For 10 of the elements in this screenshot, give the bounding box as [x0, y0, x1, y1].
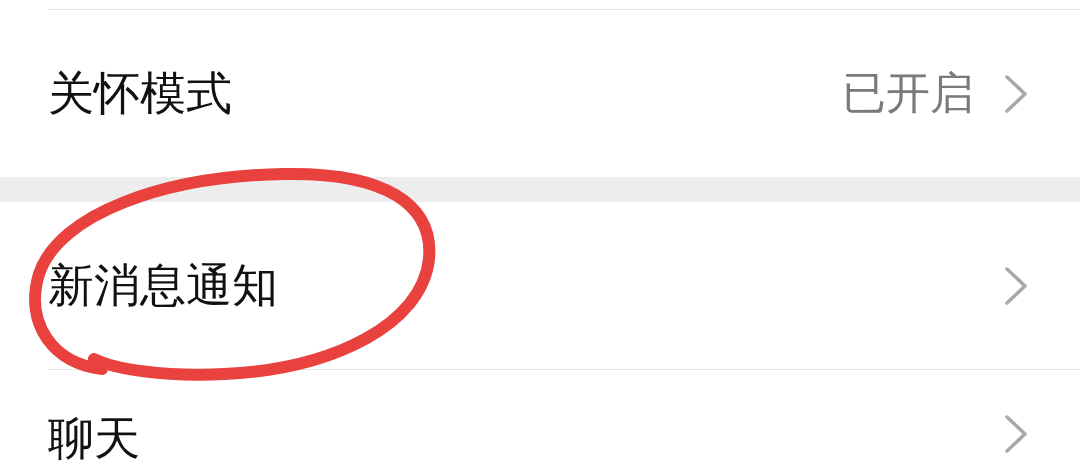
- settings-row[interactable]: 聊天: [0, 370, 1080, 473]
- chevron-right-icon: [1004, 414, 1028, 454]
- row-label: 聊天: [48, 410, 141, 467]
- settings-row[interactable]: 关怀模式 已开启: [0, 10, 1080, 177]
- chevron-right-icon: [1004, 265, 1028, 306]
- chevron-right-icon: [1004, 73, 1028, 114]
- row-value: 已开启: [842, 66, 974, 120]
- row-label: 关怀模式: [48, 64, 233, 122]
- row-label: 新消息通知: [48, 256, 279, 314]
- settings-row[interactable]: 新消息通知: [0, 202, 1080, 369]
